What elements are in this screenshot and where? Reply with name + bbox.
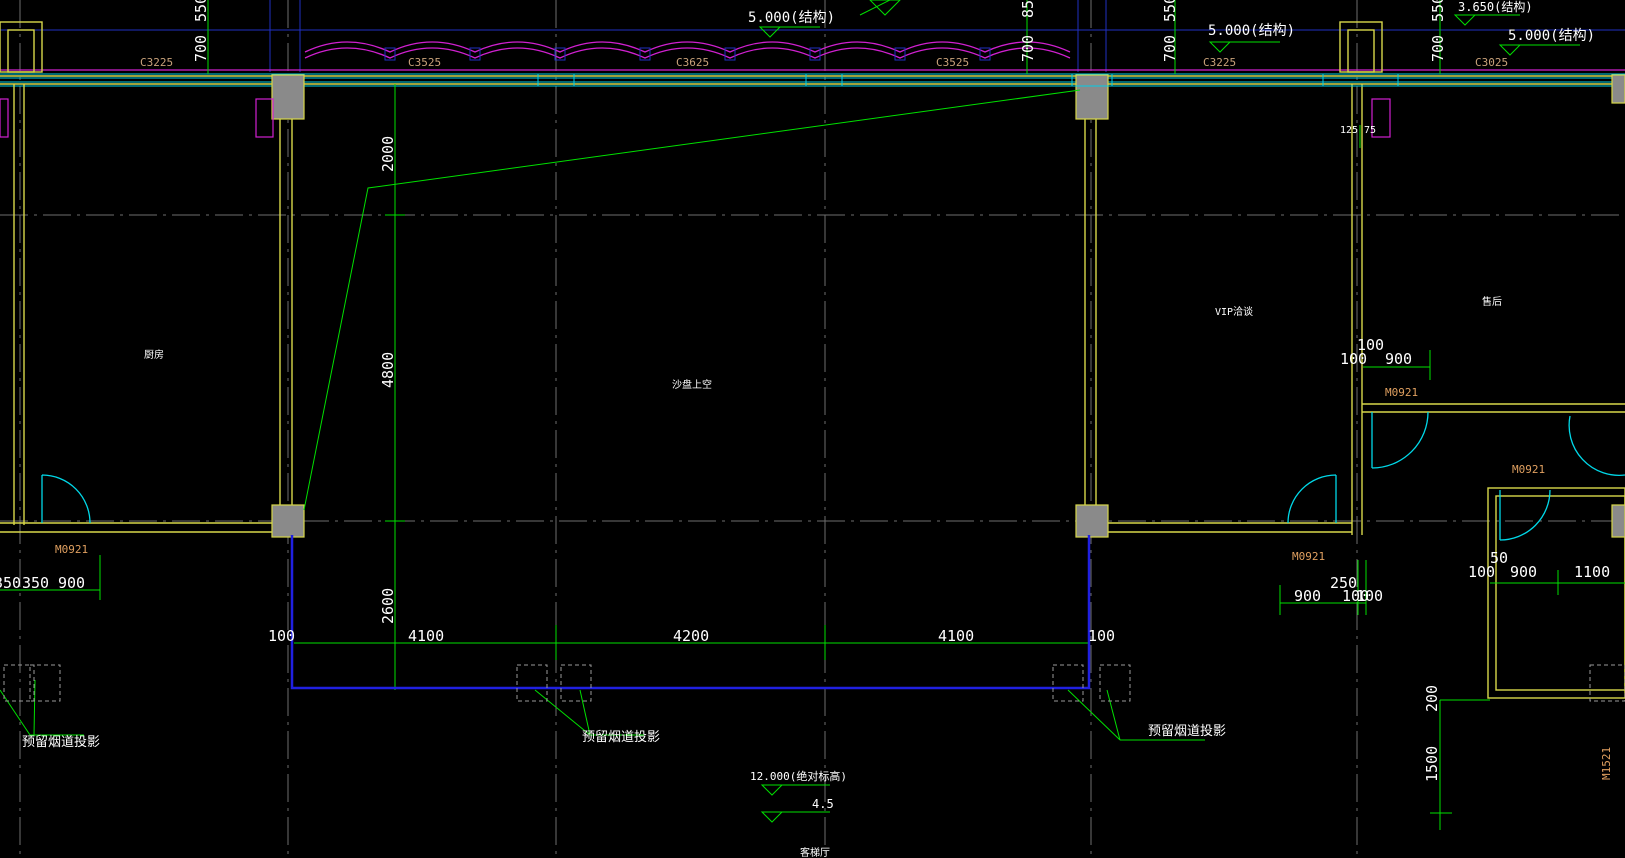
dim-text: 900 <box>1385 350 1412 368</box>
room-label: 沙盘上空 <box>672 378 712 391</box>
door-tag: M1521 <box>1600 747 1613 780</box>
dim-text: 4100 <box>938 627 974 645</box>
window-tag: C3625 <box>676 56 709 69</box>
dim-text: 100 <box>1088 627 1115 645</box>
flue-note: 预留烟道投影 <box>1148 723 1226 739</box>
room-label: 厨房 <box>144 348 164 361</box>
door-tag: M0921 <box>1512 463 1545 476</box>
dim-text: 2600 <box>379 588 397 624</box>
window-tag: C3025 <box>1475 56 1508 69</box>
dim-text: 900 <box>1294 587 1321 605</box>
dim-text: 100 <box>1357 336 1384 354</box>
dim-text: 550 <box>1161 0 1179 22</box>
dim-text: 900 <box>1510 563 1537 581</box>
dim-text: 700 <box>1429 35 1447 62</box>
dim-text: 125 <box>1340 125 1358 136</box>
left-dimensions: 350 350 900 <box>0 574 85 592</box>
elevation-label: 5.000(结构) <box>748 10 835 26</box>
dim-text: 100 <box>1356 587 1383 605</box>
dim-text: 100 <box>1468 563 1495 581</box>
flue-note: 预留烟道投影 <box>22 734 100 750</box>
dim-text: 350 <box>22 574 49 592</box>
dim-text: 100 <box>268 627 295 645</box>
dim-text: 550 <box>192 0 210 22</box>
dim-text: 200 <box>1423 685 1441 712</box>
bottom-cut-label: 客梯厅 <box>800 846 830 858</box>
elevation-label: 4.5 <box>812 797 834 811</box>
elevation-label: 3.650(结构) <box>1458 0 1533 14</box>
canvas-background <box>0 0 1625 858</box>
dim-text: 4100 <box>408 627 444 645</box>
dim-text: 900 <box>58 574 85 592</box>
room-label: 售后 <box>1482 295 1502 308</box>
dim-text: 700 <box>1019 35 1037 62</box>
window-tag: C3525 <box>936 56 969 69</box>
window-tag: C3225 <box>140 56 173 69</box>
dim-text: 4800 <box>379 352 397 388</box>
door-tag: M0921 <box>1292 550 1325 563</box>
door-tag: M0921 <box>1385 386 1418 399</box>
dim-text: 1100 <box>1574 563 1610 581</box>
door-tag: M0921 <box>55 543 88 556</box>
dim-text: 350 <box>0 574 21 592</box>
elevation-label: 12.000(绝对标高) <box>750 769 847 783</box>
dim-text: 700 <box>192 35 210 62</box>
dim-text: 85 <box>1019 0 1037 18</box>
dim-text: 700 <box>1161 35 1179 62</box>
elevation-label: 5.000(结构) <box>1208 23 1295 39</box>
dim-text: 2000 <box>379 136 397 172</box>
window-tag: C3225 <box>1203 56 1236 69</box>
flue-note: 预留烟道投影 <box>582 729 660 745</box>
dim-text: 75 <box>1364 125 1376 136</box>
elevation-label: 5.000(结构) <box>1508 28 1595 44</box>
room-label: VIP洽谈 <box>1215 305 1253 318</box>
dim-text: 4200 <box>673 627 709 645</box>
dim-text: 1500 <box>1423 746 1441 782</box>
dim-text: 550 <box>1429 0 1447 22</box>
window-tag: C3525 <box>408 56 441 69</box>
cad-drawing-canvas[interactable]: 5.000(结构) 5.000(结构) 5.000(结构) 3.650(结构) … <box>0 0 1625 858</box>
